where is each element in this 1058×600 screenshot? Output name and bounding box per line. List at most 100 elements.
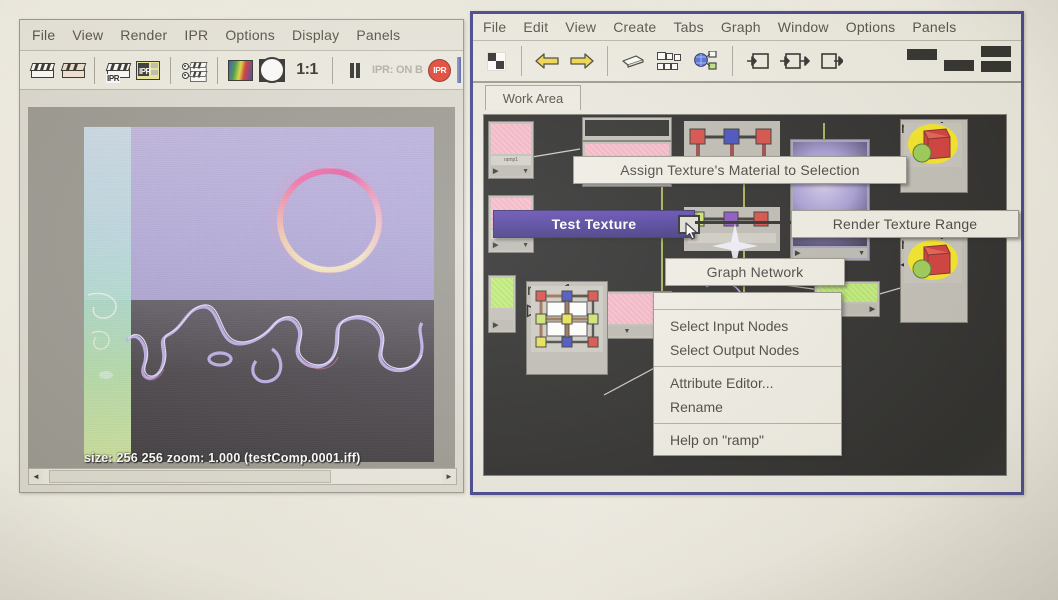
menu-item-attribute-editor-label: Attribute Editor... [670,375,774,391]
node-ports[interactable]: ▶ ▼ [491,166,531,176]
alpha-channel-icon[interactable] [257,56,287,84]
menu-render-texture-range[interactable]: Render Texture Range [791,210,1019,238]
window-control-buttons [907,46,1011,72]
menu-ipr[interactable]: IPR [184,27,208,43]
node-shading-group[interactable]: ramp1 [900,119,968,193]
render-view-window: File View Render IPR Options Display Pan… [19,19,464,493]
rearrange-graph-icon[interactable] [653,46,685,76]
hs-menu-options[interactable]: Options [846,19,896,35]
scroll-left-arrow-icon[interactable]: ◄ [29,470,43,483]
node-header-black[interactable] [582,117,672,141]
hs-menu-graph[interactable]: Graph [721,19,761,35]
menu-item-select-output-nodes[interactable]: Select Output Nodes [654,338,841,362]
render-canvas[interactable]: size: 256 256 zoom: 1.000 (testComp.0001… [28,107,455,469]
node-context-menu[interactable]: Select Input Nodes Select Output Nodes A… [653,292,842,456]
menu-separator [654,366,841,367]
forward-arrow-icon[interactable] [567,46,597,76]
node-swatch [585,120,669,136]
node-place2d-texture[interactable]: ramp1 ▷▼▸ [526,281,608,375]
toolbar-separator [521,46,522,76]
node-ports[interactable]: ▶ [491,320,513,330]
show-network-icon[interactable] [690,46,722,76]
hs-menu-create[interactable]: Create [613,19,656,35]
menu-options[interactable]: Options [225,27,275,43]
menu-separator [654,423,841,424]
node-ramp[interactable]: ramp1 ▶▼ [488,121,534,179]
menu-graph-network[interactable]: Graph Network [665,258,845,286]
tab-work-area-label: Work Area [502,90,564,106]
menu-item-rename[interactable]: Rename [654,395,841,419]
hs-menu-file[interactable]: File [483,19,506,35]
menu-render-texture-range-label: Render Texture Range [832,216,978,232]
ipr-options-icon[interactable] [179,56,209,84]
node-ports[interactable]: ▶ ▼ [491,240,531,250]
restore-button[interactable] [944,60,974,71]
menu-file[interactable]: File [32,27,55,43]
hs-menu-tabs[interactable]: Tabs [673,19,703,35]
zoom-one-to-one-button[interactable]: 1:1 [290,56,324,84]
node-swatch [491,124,531,154]
toolbar-separator [170,56,171,84]
menu-item-help-on-ramp-label: Help on "ramp" [670,432,764,448]
node-ports[interactable]: ▶ ▼ [793,248,867,258]
render-horizontal-scrollbar[interactable]: ◄ ► [28,468,457,485]
ipr-box-label: IPR [139,66,151,76]
node-shading-group[interactable]: ramp1 ◀▼▶ [900,235,968,323]
ipr-box-icon[interactable]: IPR [134,56,162,84]
node-ramp[interactable]: ▶ [488,275,516,333]
menu-view[interactable]: View [72,27,103,43]
stop-ipr-label: IPR [433,65,447,75]
toolbar-separator [732,46,733,76]
image-film-grain [84,127,434,462]
hs-menu-panels[interactable]: Panels [912,19,956,35]
color-channel-icon[interactable] [226,56,254,84]
ipr-clapper-icon[interactable]: IPR [103,56,131,84]
minimize-button[interactable] [907,49,937,60]
menu-separator [654,309,841,310]
render-region-clapper-icon[interactable] [58,56,86,84]
hypershade-window: File Edit View Create Tabs Graph Window … [470,11,1024,495]
input-connections-icon[interactable] [743,46,773,76]
drag-connector-line [695,221,791,224]
menu-display[interactable]: Display [292,27,339,43]
maximize-button[interactable] [981,46,1011,72]
zoom-one-to-one-label: 1:1 [296,61,318,78]
shader-ball-icon [904,239,962,283]
menu-item-help-on-ramp[interactable]: Help on "ramp" [654,428,841,452]
menu-assign-texture-material[interactable]: Assign Texture's Material to Selection [573,156,907,184]
toolbar-end-gripper[interactable] [456,57,461,83]
toolbar-separator [217,56,218,84]
menu-item-attribute-editor[interactable]: Attribute Editor... [654,371,841,395]
menu-graph-network-label: Graph Network [706,264,804,280]
scroll-right-arrow-icon[interactable]: ► [442,470,456,483]
menu-assign-texture-material-label: Assign Texture's Material to Selection [620,162,860,178]
hs-menu-view[interactable]: View [565,19,596,35]
stop-ipr-icon[interactable]: IPR [426,56,454,84]
shader-ball-icon [904,123,962,167]
menu-panels[interactable]: Panels [356,27,400,43]
menu-item-select-input-nodes-label: Select Input Nodes [670,318,789,334]
scrollbar-thumb[interactable] [49,470,331,483]
back-arrow-icon[interactable] [532,46,562,76]
output-connections-icon[interactable] [817,46,847,76]
input-output-connections-icon[interactable] [778,46,812,76]
toolbar-separator [607,46,608,76]
tab-work-area[interactable]: Work Area [485,85,581,110]
ipr-icon-label: IPR [106,74,121,83]
render-clapper-icon[interactable] [27,56,55,84]
menu-item-rename-label: Rename [670,399,723,415]
node-swatch [491,278,513,308]
hypershade-menubar: File Edit View Create Tabs Graph Window … [473,14,1021,41]
clear-graph-icon[interactable] [618,46,648,76]
placement-grid-icon [531,286,603,352]
checker-swatch-icon[interactable] [481,46,511,76]
hs-menu-edit[interactable]: Edit [523,19,548,35]
render-view-menubar: File View Render IPR Options Display Pan… [20,20,463,51]
pause-ipr-icon[interactable] [341,56,369,84]
menu-item-select-input-nodes[interactable]: Select Input Nodes [654,314,841,338]
context-menu-tear-off[interactable] [654,296,841,305]
menu-test-texture[interactable]: Test Texture [493,210,695,238]
toolbar-separator [332,56,333,84]
hs-menu-window[interactable]: Window [778,19,829,35]
menu-render[interactable]: Render [120,27,167,43]
